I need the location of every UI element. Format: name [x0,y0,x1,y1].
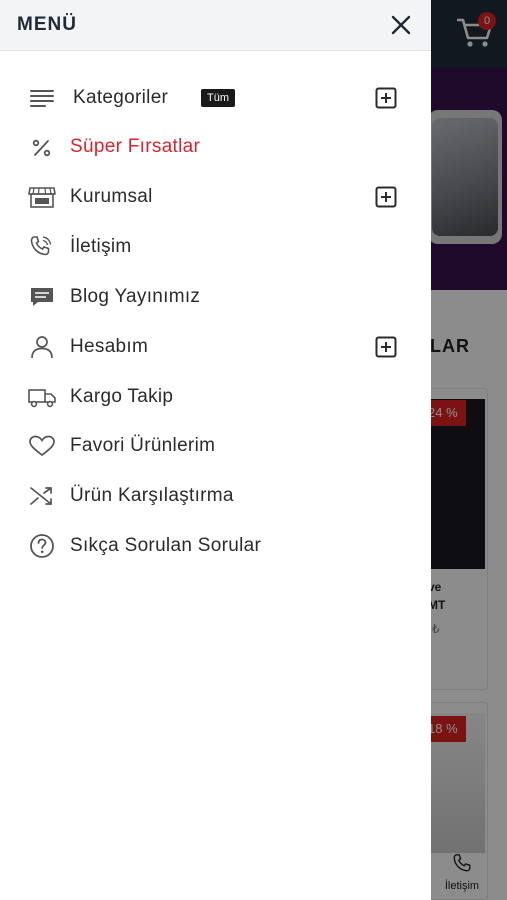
menu-item-label: Kategoriler [73,87,169,108]
menu-item-label: İletişim [70,236,132,257]
menu-item-karsilastirma[interactable]: Ürün Karşılaştırma [0,473,431,519]
menu-item-label: Blog Yayınımız [70,286,201,307]
heart-icon [29,435,55,457]
menu-item-label: Süper Fırsatlar [70,136,201,157]
menu-item-favoriler[interactable]: Favori Ürünlerim [0,423,431,469]
chat-icon [31,288,53,306]
shuffle-icon [30,487,52,505]
menu-item-iletisim[interactable]: İletişim [0,224,431,270]
menu-item-kargo-takip[interactable]: Kargo Takip [0,374,431,420]
expand-plus-icon[interactable] [374,185,398,209]
percent-icon [32,139,51,157]
user-icon [31,336,53,359]
menu-item-kurumsal[interactable]: Kurumsal [0,174,431,220]
expand-plus-icon[interactable] [374,86,398,110]
menu-item-label: Favori Ürünlerim [70,435,216,456]
menu-item-label: Hesabım [70,336,149,357]
menu-item-blog[interactable]: Blog Yayınımız [0,274,431,320]
menu-item-label: Ürün Karşılaştırma [70,485,234,506]
expand-plus-icon[interactable] [374,335,398,359]
list-icon [30,90,54,107]
menu-item-label: Kargo Takip [70,386,174,407]
close-icon[interactable] [388,12,414,38]
menu-item-super-firsatlar[interactable]: Süper Fırsatlar [0,124,431,170]
menu-item-hesabim[interactable]: Hesabım [0,324,431,370]
menu-item-label: Sıkça Sorulan Sorular [70,535,262,556]
all-categories-badge[interactable]: Tüm [201,89,235,107]
menu-item-label: Kurumsal [70,186,153,207]
side-menu-drawer: MENÜ Kategoriler Tüm Süper Fırsatlar Kur… [0,0,431,900]
truck-icon [28,389,56,408]
drawer-header: MENÜ [0,0,431,51]
menu-item-sss[interactable]: Sıkça Sorulan Sorular [0,523,431,569]
phone-icon [30,236,52,256]
drawer-title: MENÜ [17,14,77,35]
shop-icon [28,187,56,208]
question-icon [30,534,54,558]
